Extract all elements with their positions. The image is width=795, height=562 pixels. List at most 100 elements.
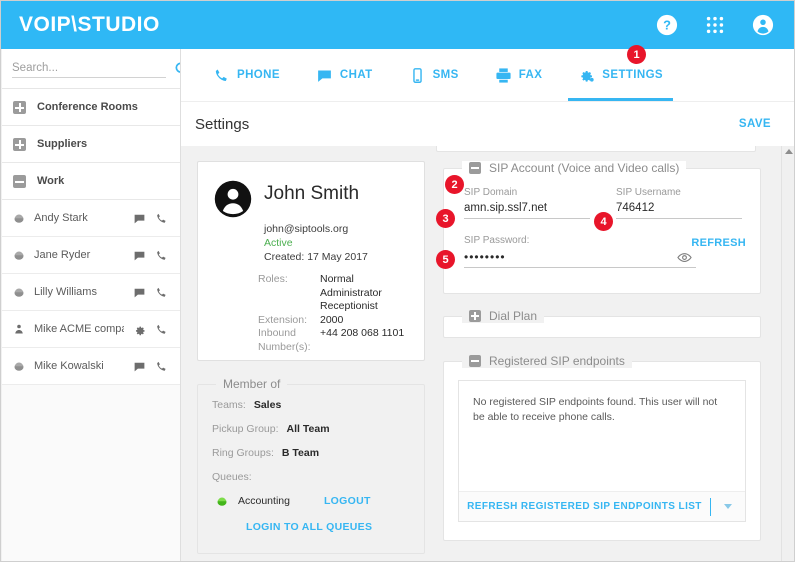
field-value: 2000 bbox=[320, 313, 344, 326]
sip-username-label: SIP Username bbox=[616, 187, 681, 198]
list-item[interactable]: Mike Kowalski bbox=[2, 348, 180, 385]
app-logo: VOIP\STUDIO bbox=[19, 13, 160, 36]
contact-name: Lilly Williams bbox=[34, 286, 97, 298]
help-icon[interactable]: ? bbox=[656, 14, 678, 36]
tab-settings[interactable]: SETTINGS bbox=[560, 49, 681, 101]
collapse-minus-icon[interactable] bbox=[469, 162, 481, 174]
registered-endpoints-legend-label: Registered SIP endpoints bbox=[489, 354, 625, 368]
callout-badge-1: 1 bbox=[627, 45, 646, 64]
apps-grid-icon[interactable] bbox=[704, 14, 726, 36]
tab-phone[interactable]: PHONE bbox=[195, 49, 298, 101]
list-item[interactable]: Lilly Williams bbox=[2, 274, 180, 311]
sip-domain-input[interactable]: amn.sip.ssl7.net bbox=[464, 202, 590, 219]
sip-password-refresh-button[interactable]: REFRESH bbox=[691, 237, 746, 249]
call-icon[interactable] bbox=[155, 249, 168, 262]
tab-label: PHONE bbox=[237, 69, 280, 81]
chat-icon[interactable] bbox=[133, 286, 146, 299]
chat-icon[interactable] bbox=[133, 249, 146, 262]
field-value: +44 208 068 1101 bbox=[320, 327, 405, 339]
search-input[interactable] bbox=[12, 59, 166, 78]
queues-label: Queues: bbox=[212, 471, 252, 483]
profile-name: John Smith bbox=[264, 183, 360, 204]
previous-panel-clipped bbox=[436, 146, 756, 152]
field-key: Inbound bbox=[258, 327, 296, 339]
sip-username-input[interactable]: 746412 bbox=[616, 202, 742, 219]
row-key: Teams: bbox=[212, 399, 246, 411]
dial-plan-panel: Dial Plan bbox=[443, 309, 761, 338]
presence-offline-icon bbox=[14, 214, 24, 223]
sidebar-group-work[interactable]: Work bbox=[2, 163, 180, 200]
list-item[interactable]: Andy Stark bbox=[2, 200, 180, 237]
queue-name: Accounting bbox=[238, 495, 290, 507]
collapse-minus-icon[interactable] bbox=[469, 355, 481, 367]
member-of-row: Ring Groups: B Team bbox=[212, 447, 424, 459]
call-icon[interactable] bbox=[155, 323, 168, 336]
profile-header: John Smith bbox=[198, 162, 424, 218]
call-icon[interactable] bbox=[155, 360, 168, 373]
gear-icon[interactable] bbox=[133, 323, 146, 336]
save-button[interactable]: SAVE bbox=[739, 118, 771, 130]
chevron-down-icon[interactable] bbox=[724, 504, 732, 509]
expand-plus-icon[interactable] bbox=[13, 100, 26, 114]
account-icon[interactable] bbox=[752, 14, 774, 36]
list-item[interactable]: Mike ACME company bbox=[2, 311, 180, 348]
sidebar-group-label: Conference Rooms bbox=[37, 101, 138, 113]
sip-password-input[interactable]: •••••••• bbox=[464, 250, 677, 264]
field-key: Roles: bbox=[258, 273, 288, 285]
svg-text:?: ? bbox=[663, 18, 671, 33]
chat-icon[interactable] bbox=[133, 360, 146, 373]
chat-icon[interactable] bbox=[133, 212, 146, 225]
contact-name: Mike Kowalski bbox=[34, 360, 104, 372]
list-item[interactable]: Jane Ryder bbox=[2, 237, 180, 274]
field-key: Number(s): bbox=[258, 340, 311, 353]
profile-field-row: Administrator bbox=[258, 287, 424, 301]
sidebar-group-conference-rooms[interactable]: Conference Rooms bbox=[2, 89, 180, 126]
row-value: B Team bbox=[281, 447, 320, 459]
presence-offline-icon bbox=[14, 288, 24, 297]
registered-endpoints-message: No registered SIP endpoints found. This … bbox=[473, 396, 718, 423]
eye-icon[interactable] bbox=[677, 252, 692, 263]
sidebar-group-suppliers[interactable]: Suppliers bbox=[2, 126, 180, 163]
profile-fields: Roles: Normal Administrator Receptionist bbox=[258, 273, 424, 354]
settings-toolbar: Settings SAVE bbox=[181, 101, 794, 146]
tab-chat[interactable]: CHAT bbox=[298, 49, 391, 101]
row-value: All Team bbox=[286, 423, 330, 435]
queues-label-row: Queues: bbox=[212, 471, 424, 483]
field-key bbox=[258, 300, 320, 314]
scroll-up-icon[interactable] bbox=[785, 149, 793, 154]
member-of-panel: Member of Teams: Sales Pickup Group: All… bbox=[197, 377, 425, 554]
queue-status-icon bbox=[217, 497, 227, 506]
sidebar-search-row bbox=[2, 49, 180, 89]
member-of-row: Teams: Sales bbox=[212, 399, 424, 411]
dial-plan-legend: Dial Plan bbox=[462, 309, 545, 323]
call-icon[interactable] bbox=[155, 286, 168, 299]
content-scrollbar[interactable] bbox=[781, 146, 794, 561]
collapse-minus-icon[interactable] bbox=[13, 174, 26, 188]
expand-plus-icon[interactable] bbox=[13, 137, 26, 151]
tab-sms[interactable]: SMS bbox=[391, 49, 477, 101]
field-key: Extension: bbox=[258, 313, 308, 326]
member-of-legend-label: Member of bbox=[223, 377, 281, 391]
search-icon[interactable] bbox=[166, 61, 180, 77]
voipstudio-app: VOIP\STUDIO ? Search... Conference Rooms… bbox=[0, 0, 795, 562]
refresh-registered-endpoints-button[interactable]: REFRESH REGISTERED SIP ENDPOINTS LIST bbox=[459, 501, 710, 512]
registered-endpoints-dropdown[interactable] bbox=[711, 504, 745, 509]
tab-label: CHAT bbox=[339, 69, 373, 81]
member-of-row: Pickup Group: All Team bbox=[212, 423, 424, 435]
main-tabs: PHONE CHAT SMS FAX SETTINGS bbox=[181, 49, 794, 101]
field-value: Administrator bbox=[320, 286, 382, 299]
expand-plus-icon[interactable] bbox=[469, 310, 481, 322]
sip-account-legend: SIP Account (Voice and Video calls) bbox=[462, 161, 687, 175]
gear-icon bbox=[581, 70, 594, 82]
profile-email: john@siptools.org bbox=[264, 223, 349, 235]
top-bar-actions: ? bbox=[656, 14, 774, 36]
call-icon[interactable] bbox=[155, 212, 168, 225]
avatar bbox=[214, 180, 252, 218]
login-to-all-queues-button[interactable]: LOGIN TO ALL QUEUES bbox=[246, 521, 424, 533]
profile-field-row: Extension: 2000 bbox=[258, 314, 424, 328]
queue-logout-button[interactable]: LOGOUT bbox=[324, 495, 371, 507]
callout-badge-2: 2 bbox=[445, 175, 464, 194]
dial-plan-legend-label: Dial Plan bbox=[489, 309, 538, 323]
tab-fax[interactable]: FAX bbox=[477, 49, 561, 101]
user-profile-card: John Smith john@siptools.org Active Crea… bbox=[197, 161, 425, 361]
